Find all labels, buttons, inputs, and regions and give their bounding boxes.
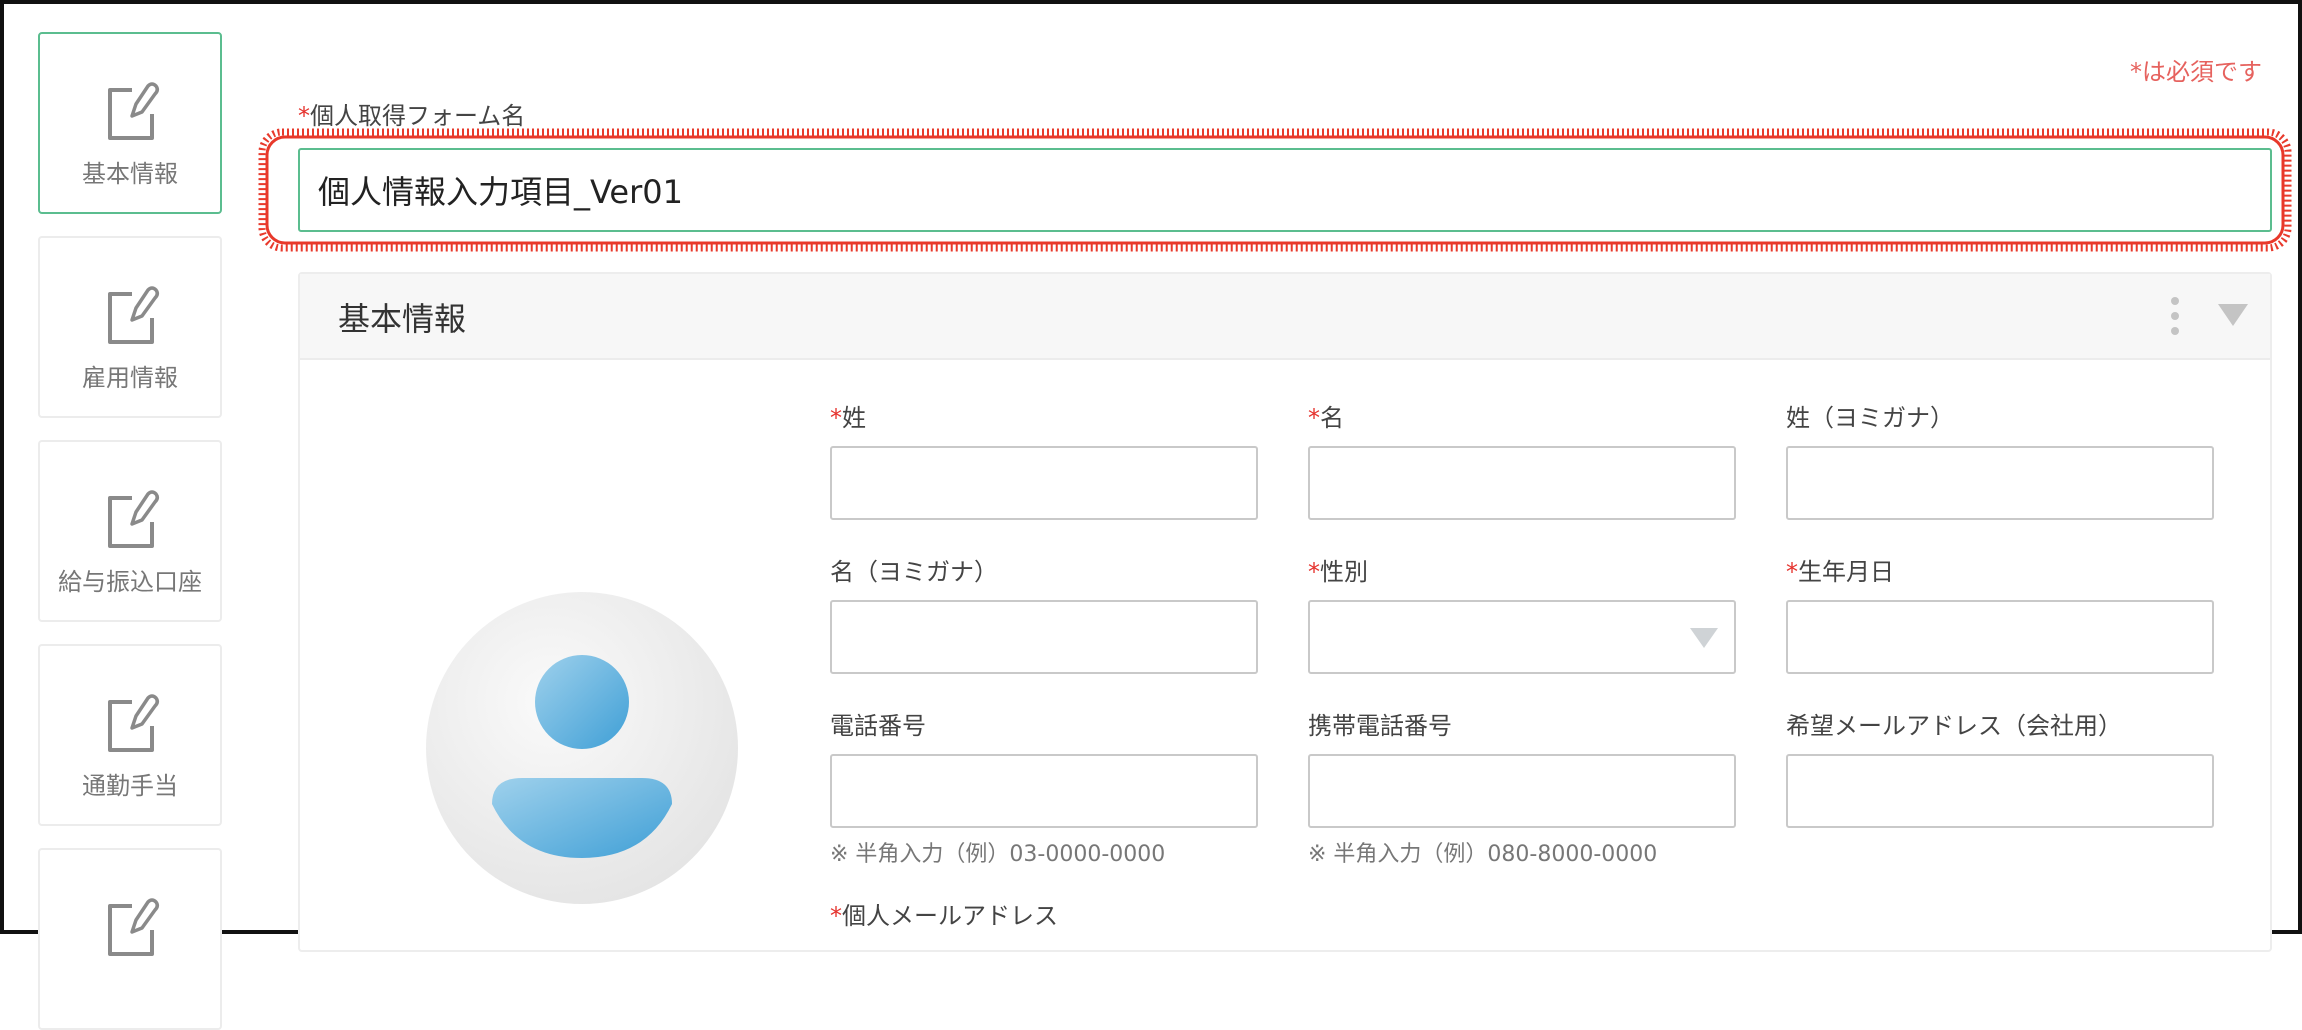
gender-select[interactable] <box>1308 600 1736 674</box>
nav-item-salary-account[interactable]: 給与振込口座 <box>38 440 222 622</box>
last-name-kana-label: 姓（ヨミガナ） <box>1786 404 1954 432</box>
avatar-placeholder[interactable] <box>426 592 738 904</box>
gender-label-text: 性別 <box>1320 558 1368 586</box>
last-name-label-text: 姓 <box>842 404 866 432</box>
edit-note-icon <box>108 898 160 956</box>
dropdown-arrow-icon <box>1690 628 1718 648</box>
last-name-label: *姓 <box>830 398 866 433</box>
nav-item-more[interactable] <box>38 848 222 1030</box>
phone-input[interactable] <box>830 754 1258 828</box>
form-name-input[interactable] <box>298 148 2272 232</box>
edit-note-icon <box>108 286 160 344</box>
last-name-kana-input[interactable] <box>1786 446 2214 520</box>
edit-note-icon <box>108 490 160 548</box>
nav-item-employment-info[interactable]: 雇用情報 <box>38 236 222 418</box>
birthdate-label: *生年月日 <box>1786 552 1894 587</box>
required-note: *は必須です <box>2130 58 2262 86</box>
first-name-kana-input[interactable] <box>830 600 1258 674</box>
required-mark: * <box>830 404 842 432</box>
form-name-label: *個人取得フォーム名 <box>298 96 525 131</box>
first-name-input[interactable] <box>1308 446 1736 520</box>
mobile-input[interactable] <box>1308 754 1736 828</box>
work-email-label: 希望メールアドレス（会社用） <box>1786 712 2122 740</box>
phone-hint: ※ 半角入力（例）03-0000-0000 <box>830 842 1166 867</box>
personal-email-label-text: 個人メールアドレス <box>842 902 1058 930</box>
first-name-label-text: 名 <box>1320 404 1344 432</box>
required-mark: * <box>1308 404 1320 432</box>
last-name-input[interactable] <box>830 446 1258 520</box>
first-name-label: *名 <box>1308 398 1344 433</box>
nav-item-label: 給与振込口座 <box>58 568 202 596</box>
gender-label: *性別 <box>1308 552 1368 587</box>
personal-email-label: *個人メールアドレス <box>830 896 1058 931</box>
edit-note-icon <box>108 694 160 752</box>
nav-item-basic-info[interactable]: 基本情報 <box>38 32 222 214</box>
nav-item-label: 基本情報 <box>82 160 178 188</box>
phone-label: 電話番号 <box>830 712 926 740</box>
mobile-hint: ※ 半角入力（例）080-8000-0000 <box>1308 842 1658 867</box>
birthdate-input[interactable] <box>1786 600 2214 674</box>
birthdate-label-text: 生年月日 <box>1798 558 1894 586</box>
nav-item-commute-allowance[interactable]: 通勤手当 <box>38 644 222 826</box>
edit-note-icon <box>108 82 160 140</box>
first-name-kana-label: 名（ヨミガナ） <box>830 558 998 586</box>
mobile-label: 携帯電話番号 <box>1308 712 1452 740</box>
kebab-menu-icon[interactable] <box>2170 296 2180 336</box>
nav-item-label: 通勤手当 <box>82 772 178 800</box>
section-header: 基本情報 <box>300 274 2270 360</box>
form-name-label-text: 個人取得フォーム名 <box>310 102 526 130</box>
section-title: 基本情報 <box>338 300 467 338</box>
required-mark: * <box>1786 558 1798 586</box>
required-mark: * <box>830 902 842 930</box>
app-window: 基本情報 雇用情報 給与振込口座 通勤手当 *は必須です *個人取得フォーム名 <box>0 0 2302 1030</box>
collapse-triangle-icon[interactable] <box>2218 302 2248 328</box>
nav-item-label: 雇用情報 <box>82 364 178 392</box>
required-mark: * <box>1308 558 1320 586</box>
required-mark: * <box>298 102 310 130</box>
work-email-input[interactable] <box>1786 754 2214 828</box>
